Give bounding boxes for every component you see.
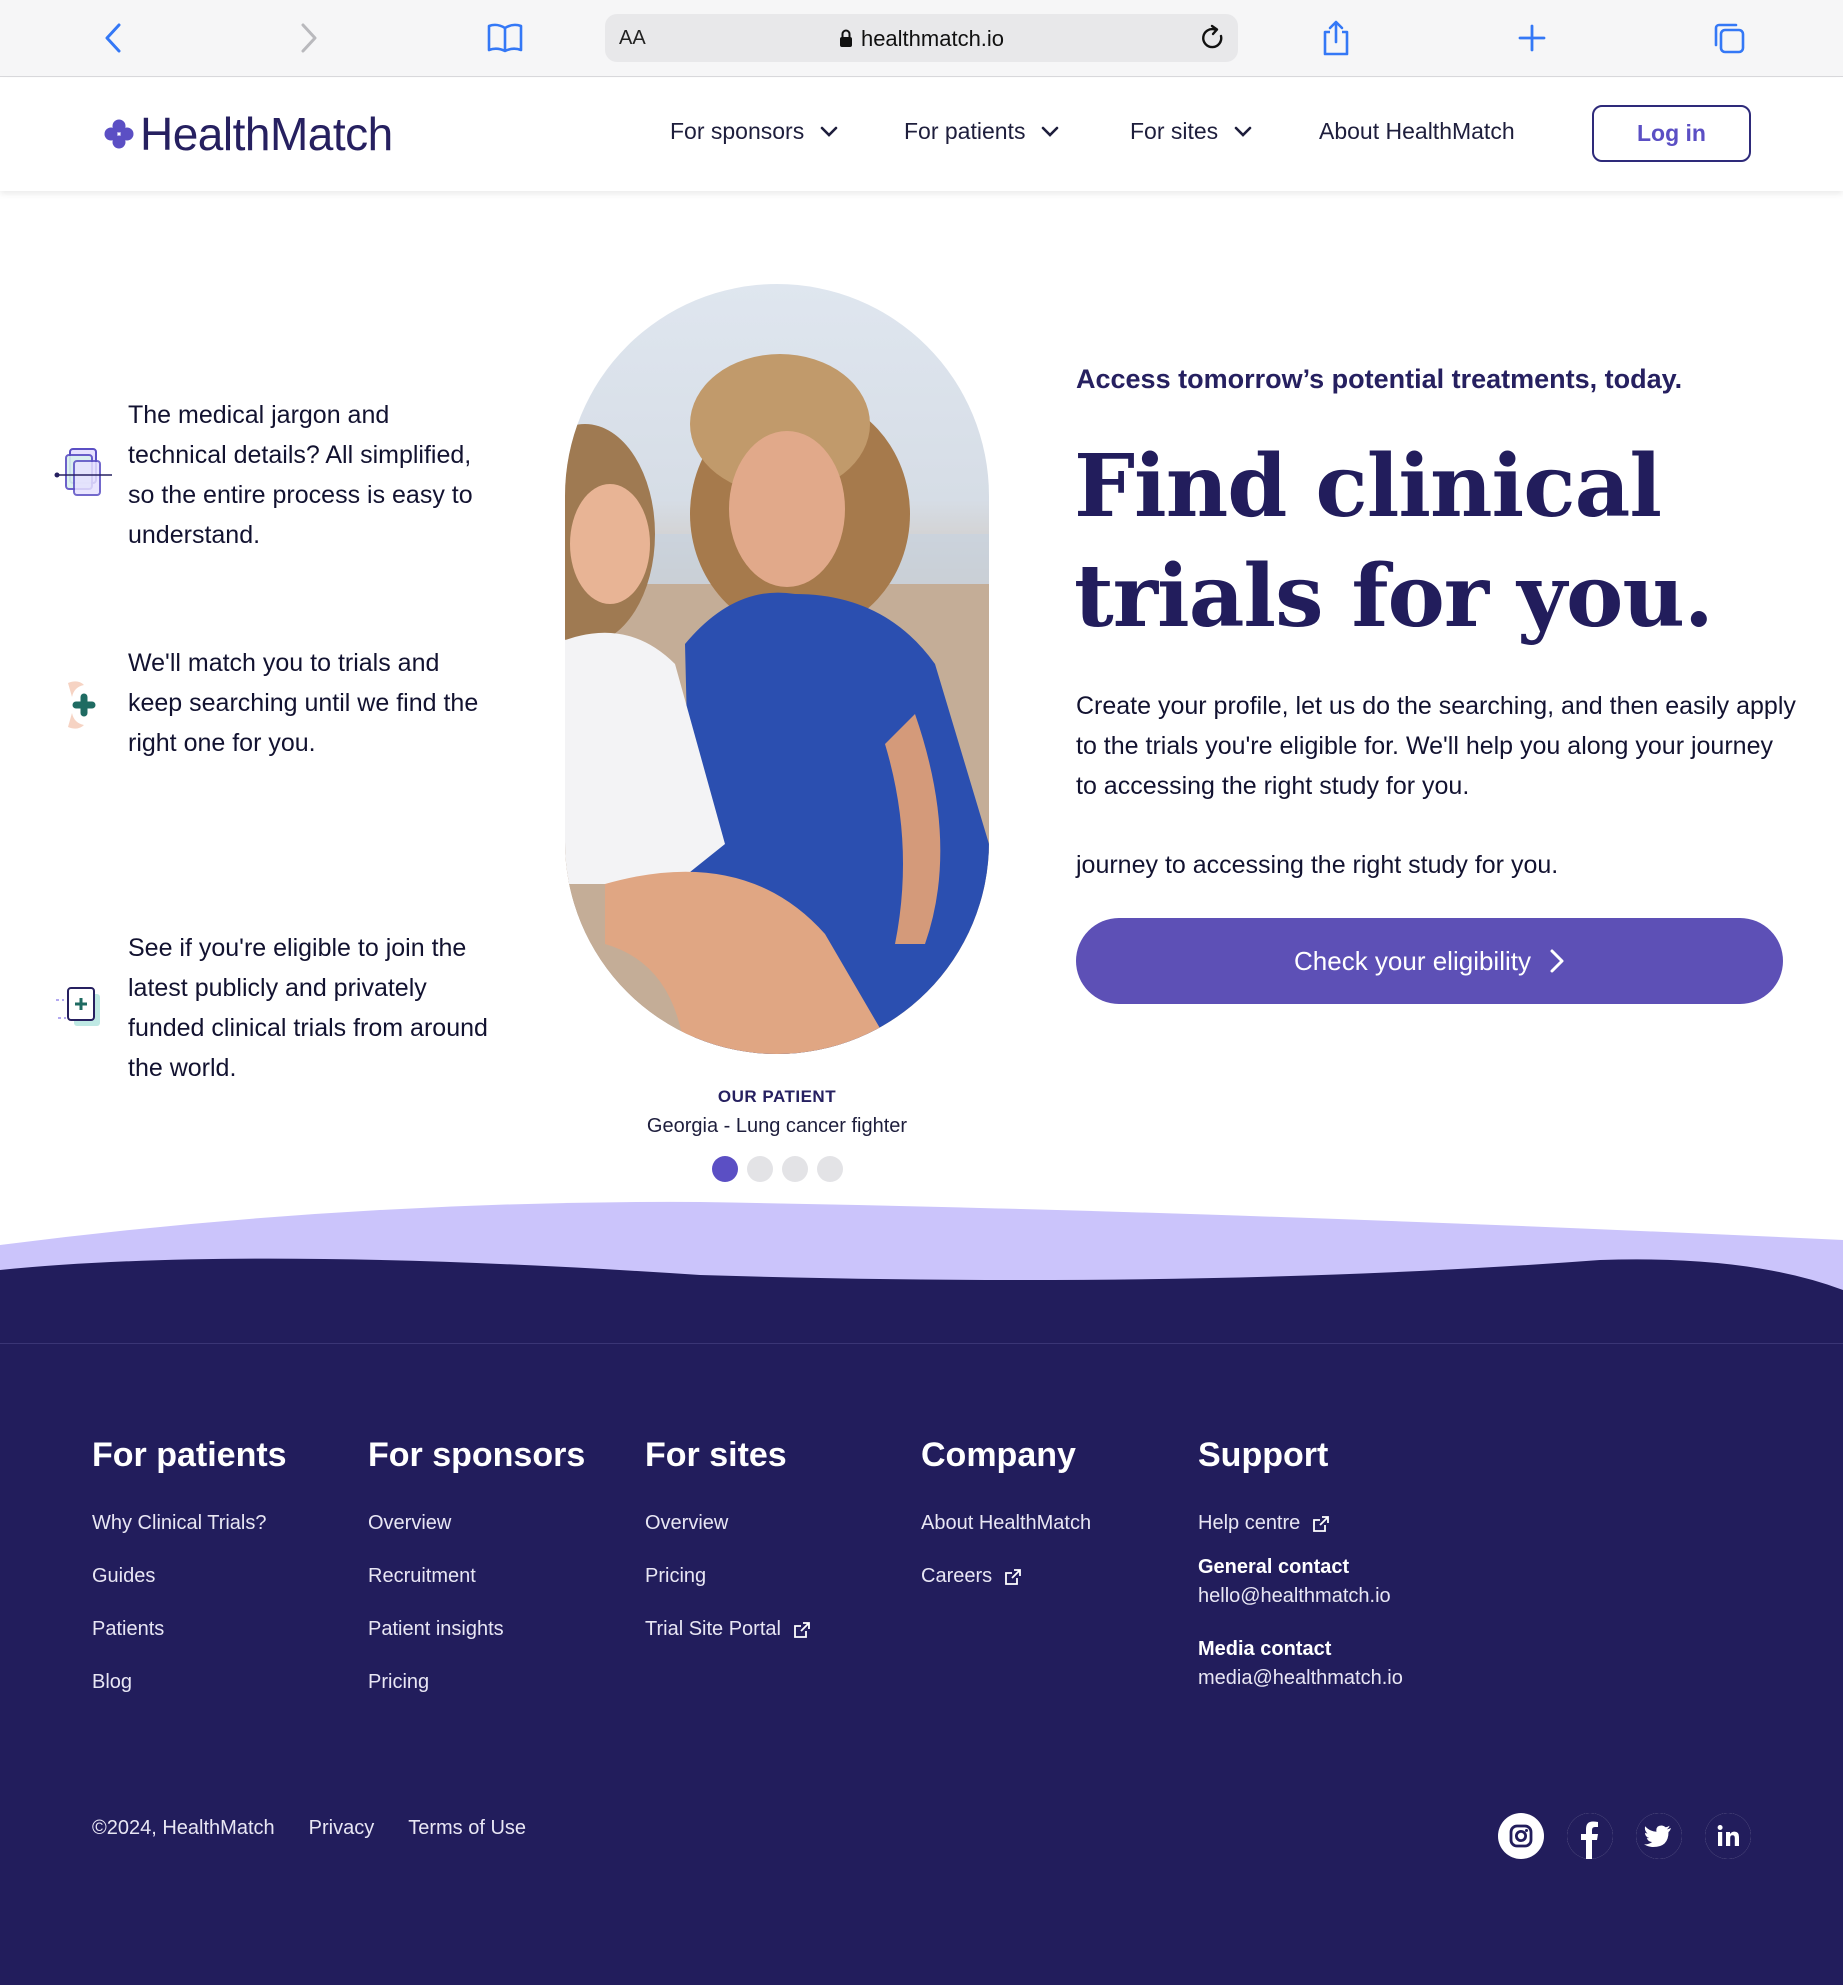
carousel-dots (712, 1156, 843, 1182)
footer-link[interactable]: About HealthMatch (921, 1497, 1091, 1550)
footer-link[interactable]: Blog (92, 1656, 287, 1709)
general-contact-label: General contact (1198, 1556, 1350, 1578)
feature-simplified: The medical jargon and technical details… (52, 395, 492, 555)
new-tab-icon[interactable] (1512, 18, 1552, 58)
carousel-dot[interactable] (747, 1156, 773, 1182)
hero-body: Create your profile, let us do the searc… (1076, 692, 1796, 800)
external-link-icon (1005, 1568, 1022, 1585)
nav-about[interactable]: About HealthMatch (1319, 118, 1515, 145)
chevron-down-icon (820, 126, 838, 137)
footer-link[interactable]: Recruitment (368, 1550, 585, 1603)
footer-col-patients: For patients Why Clinical Trials? Guides… (92, 1436, 287, 1709)
footer-link[interactable]: Patients (92, 1603, 287, 1656)
footer-link-trial-site-portal[interactable]: Trial Site Portal (645, 1603, 811, 1656)
media-contact-email[interactable]: media@healthmatch.io (1198, 1667, 1403, 1690)
site-header: HealthMatch For sponsors For patients Fo… (0, 78, 1843, 191)
facebook-icon[interactable] (1567, 1813, 1613, 1859)
footer-link[interactable]: Guides (92, 1550, 287, 1603)
nav-label: For patients (904, 118, 1026, 144)
browser-toolbar: AA healthmatch.io (0, 0, 1843, 77)
chevron-down-icon (1042, 126, 1059, 137)
wave-divider (0, 1201, 1843, 1350)
footer-link[interactable]: Why Clinical Trials? (92, 1497, 287, 1550)
social-links (1498, 1813, 1751, 1859)
hero-body-overflow: journey to accessing the right study for… (1076, 851, 1559, 879)
footer-link-careers[interactable]: Careers (921, 1550, 1091, 1603)
bookmarks-icon[interactable] (485, 18, 525, 58)
check-eligibility-button[interactable]: Check your eligibility (1076, 918, 1783, 1004)
instagram-icon[interactable] (1498, 1813, 1544, 1859)
patient-name: Georgia - Lung cancer fighter (646, 1115, 908, 1137)
back-icon[interactable] (93, 18, 133, 58)
nav-for-sites[interactable]: For sites (1130, 118, 1252, 145)
patient-photo (565, 284, 989, 1054)
hands-plus-icon (68, 681, 96, 729)
feature-text: The medical jargon and technical details… (128, 401, 473, 549)
chevron-right-icon (1550, 949, 1564, 973)
nav-label: About HealthMatch (1319, 118, 1515, 144)
share-icon[interactable] (1316, 18, 1356, 58)
footer-divider (0, 1343, 1843, 1344)
chevron-down-icon (1234, 126, 1252, 137)
footer-bottom-links: ©2024, HealthMatch Privacy Terms of Use (92, 1817, 526, 1840)
footer-link[interactable]: Pricing (368, 1656, 585, 1709)
footer-heading: Support (1198, 1436, 1329, 1474)
footer-heading: For patients (92, 1436, 287, 1474)
footer-link-label: Trial Site Portal (645, 1618, 781, 1640)
privacy-link[interactable]: Privacy (309, 1817, 375, 1840)
footer-link-help-centre[interactable]: Help centre (1198, 1497, 1403, 1550)
media-contact-label: Media contact (1198, 1638, 1332, 1660)
healthmatch-logo[interactable]: HealthMatch (104, 106, 393, 162)
patient-photo-illustration (565, 354, 989, 1054)
our-patient-label: OUR PATIENT (717, 1087, 837, 1106)
nav-label: For sponsors (670, 118, 805, 144)
feature-matching: We'll match you to trials and keep searc… (52, 643, 492, 763)
hero-title: Find clinical trials for you. (1074, 436, 1714, 647)
footer-col-sponsors: For sponsors Overview Recruitment Patien… (368, 1436, 585, 1709)
carousel-dot[interactable] (712, 1156, 738, 1182)
footer-link[interactable]: Patient insights (368, 1603, 585, 1656)
document-plus-icon (56, 987, 100, 1026)
footer-heading: For sites (645, 1436, 787, 1474)
tabs-icon[interactable] (1709, 18, 1749, 58)
logo-text: HealthMatch (140, 108, 393, 160)
terms-link[interactable]: Terms of Use (408, 1817, 526, 1840)
linkedin-icon[interactable] (1705, 1813, 1751, 1859)
lock-icon (839, 29, 852, 47)
nav-label: For sites (1130, 118, 1219, 144)
footer-col-sites: For sites Overview Pricing Trial Site Po… (645, 1436, 811, 1656)
external-link-icon (1313, 1515, 1330, 1532)
footer-link[interactable]: Pricing (645, 1550, 811, 1603)
address-bar[interactable]: AA healthmatch.io (605, 14, 1238, 62)
external-link-icon (794, 1621, 810, 1638)
documents-icon (54, 448, 112, 496)
forward-icon[interactable] (289, 18, 329, 58)
carousel-dot[interactable] (782, 1156, 808, 1182)
url-text: healthmatch.io (860, 26, 1005, 51)
footer-link-label: Careers (921, 1565, 993, 1587)
login-button[interactable]: Log in (1592, 105, 1751, 162)
copyright: ©2024, HealthMatch (92, 1817, 275, 1839)
cta-label: Check your eligibility (1294, 945, 1531, 976)
feature-text: We'll match you to trials and keep searc… (128, 649, 479, 757)
footer-link-label: Help centre (1198, 1512, 1301, 1534)
footer-heading: For sponsors (368, 1436, 586, 1474)
carousel-dot[interactable] (817, 1156, 843, 1182)
twitter-icon[interactable] (1636, 1813, 1682, 1859)
footer-col-company: Company About HealthMatch Careers (921, 1436, 1091, 1603)
nav-for-sponsors[interactable]: For sponsors (670, 118, 838, 145)
nav-for-patients[interactable]: For patients (904, 118, 1059, 145)
reload-icon[interactable] (1198, 23, 1228, 58)
site-footer: For patients Why Clinical Trials? Guides… (0, 1343, 1843, 1985)
footer-heading: Company (921, 1436, 1076, 1474)
footer-link[interactable]: Overview (645, 1497, 811, 1550)
feature-text: See if you're eligible to join the lates… (128, 934, 488, 1082)
footer-col-support: Support Help centre General contact hell… (1198, 1436, 1403, 1690)
hero-eyebrow: Access tomorrow’s potential treatments, … (1076, 364, 1683, 394)
general-contact-email[interactable]: hello@healthmatch.io (1198, 1585, 1403, 1608)
logo-cross-icon (104, 119, 134, 149)
feature-eligibility: See if you're eligible to join the lates… (52, 928, 492, 1088)
footer-link[interactable]: Overview (368, 1497, 585, 1550)
